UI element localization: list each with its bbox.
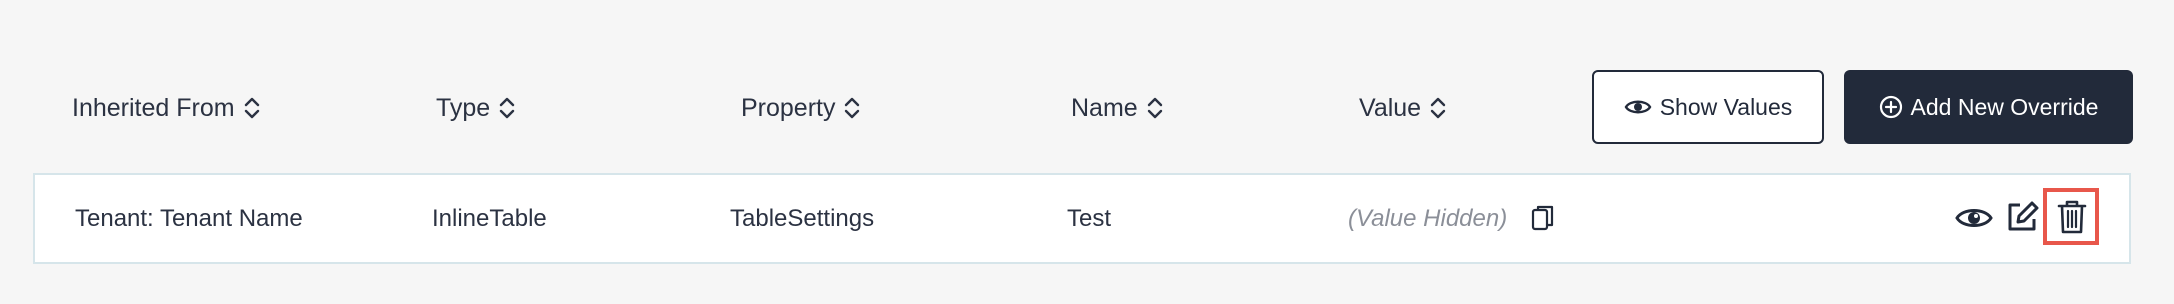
column-header-type[interactable]: Type <box>436 88 516 128</box>
sort-icon <box>1147 97 1162 119</box>
column-header-label: Inherited From <box>72 93 235 122</box>
sort-icon <box>244 97 259 119</box>
column-header-label: Value <box>1359 93 1422 122</box>
plus-circle-icon <box>1879 95 1902 119</box>
cell-type: InlineTable <box>432 204 547 232</box>
add-new-override-button[interactable]: Add New Override <box>1844 70 2133 144</box>
cell-property: TableSettings <box>730 204 875 232</box>
cell-value: (Value Hidden) <box>1348 204 1508 232</box>
view-value-button[interactable] <box>1953 199 1995 237</box>
column-header-label: Type <box>436 93 491 122</box>
cell-name: Test <box>1067 204 1112 232</box>
column-header-label: Name <box>1071 93 1138 122</box>
add-new-override-label: Add New Override <box>1910 93 2099 120</box>
table-row: Tenant: Tenant Name InlineTable TableSet… <box>33 173 2131 264</box>
column-header-label: Property <box>741 93 836 122</box>
sort-icon <box>500 97 515 119</box>
column-header-name[interactable]: Name <box>1071 88 1164 128</box>
column-header-value[interactable]: Value <box>1359 88 1447 128</box>
show-values-label: Show Values <box>1659 93 1793 120</box>
delete-button-highlight <box>2043 188 2099 245</box>
edit-icon <box>2008 201 2039 231</box>
cell-inherited-from: Tenant: Tenant Name <box>75 204 303 232</box>
copy-icon <box>1531 205 1554 231</box>
sort-icon <box>845 97 860 119</box>
copy-button[interactable] <box>1528 203 1558 233</box>
show-values-button[interactable]: Show Values <box>1592 70 1824 144</box>
column-header-inherited-from[interactable]: Inherited From <box>72 88 261 128</box>
sort-icon <box>1430 97 1446 119</box>
eye-icon <box>1624 100 1652 114</box>
edit-button[interactable] <box>2002 197 2042 237</box>
column-header-property[interactable]: Property <box>741 88 861 128</box>
eye-icon <box>1955 209 1993 227</box>
